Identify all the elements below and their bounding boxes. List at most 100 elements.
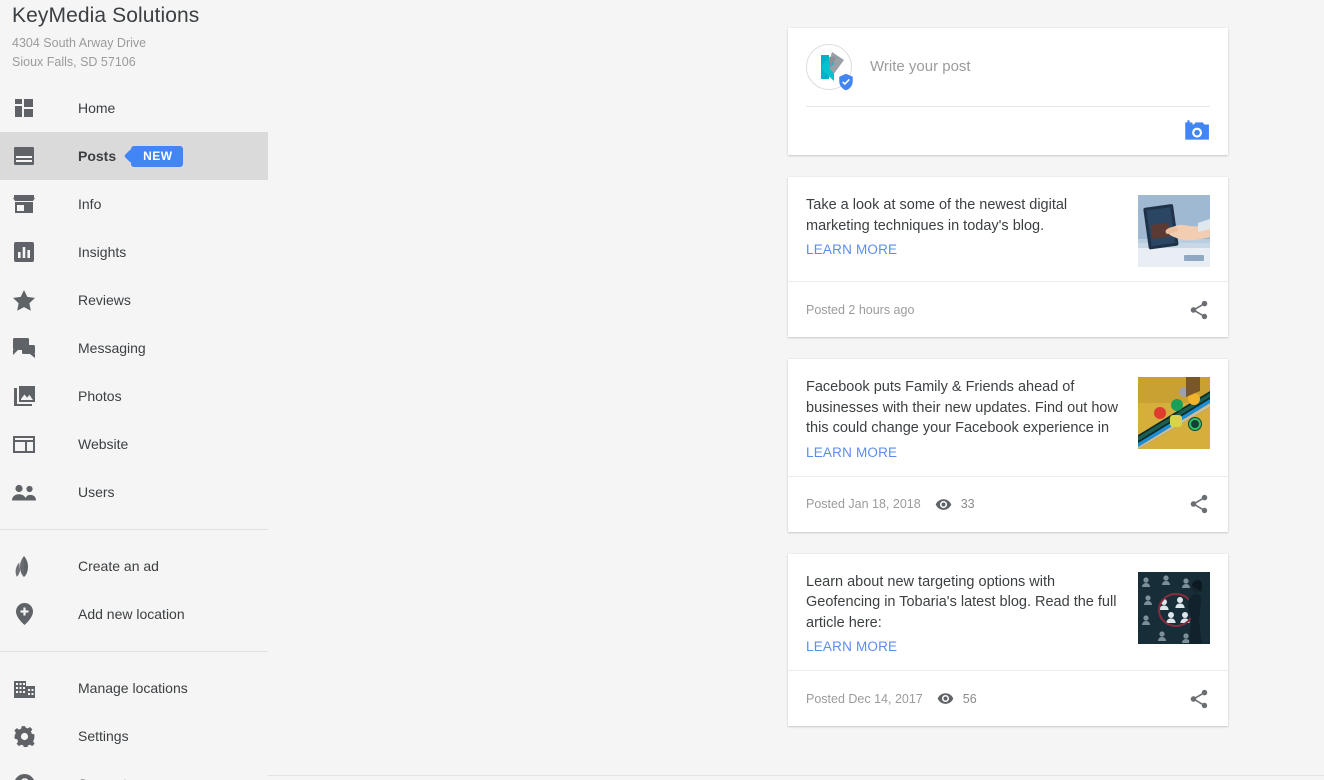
- help-icon: [14, 773, 34, 780]
- post-thumbnail[interactable]: [1138, 571, 1210, 644]
- sidebar-item-label: Support: [78, 774, 127, 780]
- post-composer-card[interactable]: Write your post: [788, 28, 1228, 155]
- website-icon: [12, 432, 36, 456]
- post-thumbnail[interactable]: [1138, 377, 1210, 449]
- sidebar-item-label: Users: [78, 484, 115, 500]
- post-body: Facebook puts Family & Friends ahead of …: [788, 359, 1228, 476]
- sidebar-divider: [0, 529, 268, 530]
- users-icon: [12, 484, 36, 500]
- sidebar-item-label: Website: [78, 436, 129, 452]
- composer-actions: [806, 107, 1210, 155]
- photos-icon: [12, 384, 36, 408]
- sidebar-item-photos[interactable]: Photos: [0, 372, 268, 420]
- sidebar-item-messaging[interactable]: Messaging: [0, 324, 268, 372]
- sidebar-group: Create an ad Add new location: [0, 542, 268, 638]
- share-icon[interactable]: [1188, 299, 1210, 321]
- sidebar-item-label: Posts: [78, 148, 117, 164]
- post-views: 56: [937, 690, 977, 707]
- business-address-line1: 4304 South Arway Drive: [12, 36, 147, 50]
- storefront-icon: [12, 192, 36, 216]
- post-timestamp: Posted Dec 14, 2017: [806, 691, 923, 706]
- learn-more-link[interactable]: LEARN MORE: [806, 242, 897, 257]
- sidebar-item-label: Add new location: [78, 606, 185, 622]
- dashboard-icon: [12, 96, 36, 120]
- post-thumbnail-image: [1138, 195, 1210, 267]
- users-icon: [12, 480, 36, 504]
- post-thumbnail-image: [1138, 377, 1210, 449]
- sidebar-item-website[interactable]: Website: [0, 420, 268, 468]
- sidebar-item-posts[interactable]: Posts NEW: [0, 132, 268, 180]
- gear-icon: [12, 724, 36, 748]
- dashboard-icon: [15, 99, 33, 117]
- sidebar-item-insights[interactable]: Insights: [0, 228, 268, 276]
- sidebar-item-home[interactable]: Home: [0, 84, 268, 132]
- sidebar-item-label: Reviews: [78, 292, 131, 308]
- eye-icon: [935, 498, 951, 510]
- gear-icon: [13, 725, 35, 747]
- share-icon[interactable]: [1188, 688, 1210, 710]
- post-body: Learn about new targeting options with G…: [788, 554, 1228, 671]
- business-address-line2: Sioux Falls, SD 57106: [12, 55, 136, 69]
- star-icon: [12, 288, 36, 312]
- post-views: 33: [935, 496, 975, 513]
- building-icon: [13, 681, 35, 698]
- post-card[interactable]: Learn about new targeting options with G…: [788, 553, 1228, 726]
- post-views-count: 56: [962, 691, 977, 706]
- sidebar-item-label: Messaging: [78, 340, 146, 356]
- verified-badge-icon: [839, 73, 853, 91]
- post-timestamp: Posted Jan 18, 2018: [806, 497, 921, 511]
- website-icon: [13, 435, 35, 453]
- sidebar-item-users[interactable]: Users: [0, 468, 268, 516]
- sidebar-item-settings[interactable]: Settings: [0, 712, 268, 760]
- sidebar-item-support[interactable]: Support: [0, 760, 268, 780]
- sidebar-group: Manage locations Settings Support: [0, 664, 268, 780]
- sidebar-nav: Home Posts NEW Info Insights Reviews Messaging…: [0, 84, 268, 780]
- share-icon[interactable]: [1188, 493, 1210, 515]
- add-location-icon: [12, 602, 36, 626]
- composer-placeholder[interactable]: Write your post: [870, 57, 971, 77]
- sidebar-item-add-new-location[interactable]: Add new location: [0, 590, 268, 638]
- sidebar-item-create-an-ad[interactable]: Create an ad: [0, 542, 268, 590]
- post-text: Facebook puts Family & Friends ahead of …: [806, 379, 1118, 436]
- post-footer: Posted Jan 18, 2018 33: [788, 475, 1228, 532]
- post-text-column: Learn about new targeting options with G…: [806, 572, 1138, 657]
- bottom-divider: [268, 775, 1324, 776]
- photos-icon: [13, 386, 35, 406]
- sidebar-item-reviews[interactable]: Reviews: [0, 276, 268, 324]
- chat-icon: [13, 338, 35, 358]
- sidebar-item-label: Home: [78, 100, 116, 116]
- add-location-icon: [15, 603, 33, 625]
- new-badge-label: NEW: [143, 149, 173, 163]
- learn-more-link[interactable]: LEARN MORE: [806, 639, 897, 654]
- sidebar: KeyMedia Solutions 4304 South Arway Driv…: [0, 0, 268, 780]
- eye-icon: [937, 693, 954, 704]
- learn-more-link[interactable]: LEARN MORE: [806, 445, 897, 460]
- sidebar-item-info[interactable]: Info: [0, 180, 268, 228]
- post-icon: [14, 147, 34, 165]
- add-a-photo-icon[interactable]: [1182, 118, 1210, 144]
- new-badge: NEW: [131, 145, 183, 167]
- post-footer: Posted 2 hours ago: [788, 281, 1228, 337]
- adwords-icon: [12, 554, 36, 578]
- post-footer: Posted Dec 14, 2017 56: [788, 670, 1228, 726]
- sidebar-item-label: Settings: [78, 728, 129, 744]
- chat-icon: [12, 336, 36, 360]
- posts-feed: Write your post Take a look at some of t…: [788, 0, 1228, 748]
- sidebar-group: Home Posts NEW Info Insights Reviews Messaging…: [0, 84, 268, 516]
- sidebar-item-label: Manage locations: [78, 680, 188, 696]
- post-text: Learn about new targeting options with G…: [806, 573, 1117, 631]
- business-name: KeyMedia Solutions: [12, 4, 200, 27]
- post-thumbnail-image: [1138, 571, 1210, 644]
- post-views-count: 33: [960, 497, 975, 511]
- post-thumbnail[interactable]: [1138, 195, 1210, 267]
- insights-icon: [12, 240, 36, 264]
- storefront-icon: [13, 195, 35, 213]
- building-icon: [12, 676, 36, 700]
- sidebar-item-manage-locations[interactable]: Manage locations: [0, 664, 268, 712]
- business-header: KeyMedia Solutions 4304 South Arway Driv…: [0, 0, 268, 72]
- post-card[interactable]: Take a look at some of the newest digita…: [788, 177, 1228, 337]
- help-icon: [12, 772, 36, 780]
- post-body: Take a look at some of the newest digita…: [788, 177, 1228, 281]
- post-card[interactable]: Facebook puts Family & Friends ahead of …: [788, 359, 1228, 532]
- avatar: [806, 44, 853, 91]
